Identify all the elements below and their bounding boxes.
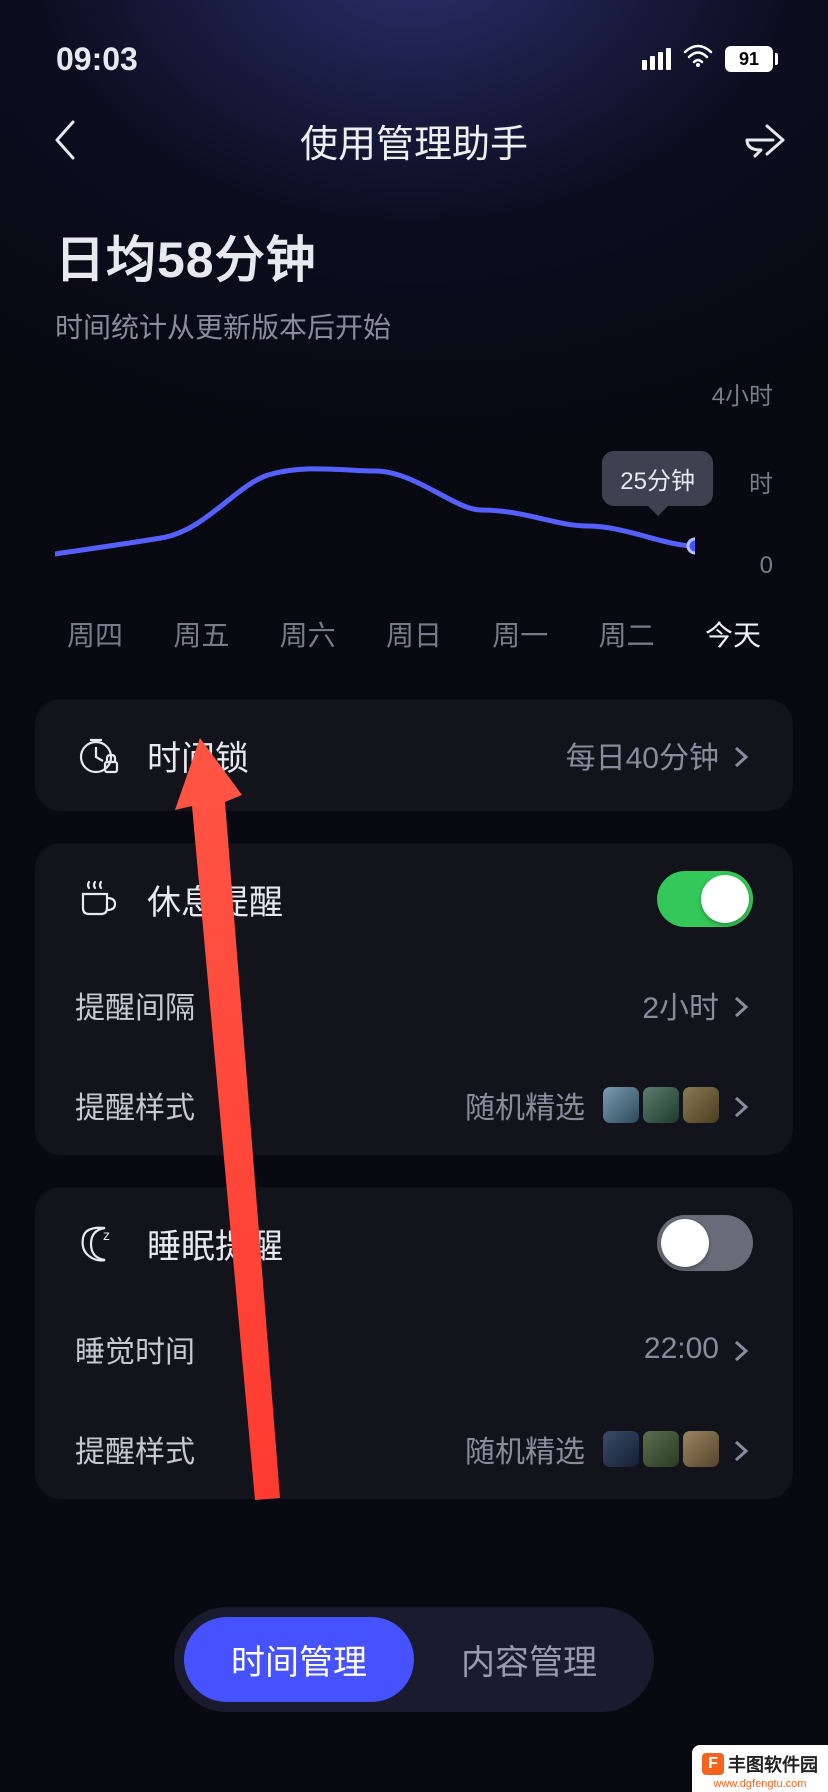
svg-text:z: z: [103, 1227, 110, 1243]
sleep-style-value: 随机精选: [465, 1427, 585, 1471]
x-label: 周一: [480, 614, 560, 654]
status-bar: 09:03 91: [0, 0, 828, 90]
summary-title: 日均58分钟: [55, 220, 773, 292]
bottom-tab-bar: 时间管理 内容管理: [174, 1607, 654, 1712]
sleep-reminder-card: z 睡眠提醒 睡觉时间 22:00 提醒样式 随机精选: [35, 1187, 793, 1499]
x-label: 周二: [587, 614, 667, 654]
sleep-reminder-row: z 睡眠提醒: [35, 1187, 793, 1299]
chevron-right-icon: [733, 1439, 753, 1459]
timer-lock-icon: [75, 732, 121, 778]
tab-content-management[interactable]: 内容管理: [414, 1617, 644, 1702]
x-label: 周四: [55, 614, 135, 654]
sleep-time-label: 睡觉时间: [75, 1327, 195, 1371]
y-axis-label: 时: [749, 464, 773, 499]
sleep-time-row[interactable]: 睡觉时间 22:00: [35, 1299, 793, 1399]
battery-icon: 91: [725, 46, 778, 72]
tab-time-management[interactable]: 时间管理: [184, 1617, 414, 1702]
cup-icon: [75, 876, 121, 922]
style-thumbnails: [603, 1431, 719, 1467]
timelock-row[interactable]: 时间锁 每日40分钟: [35, 699, 793, 811]
timelock-card: 时间锁 每日40分钟: [35, 699, 793, 811]
x-axis-labels: 周四 周五 周六 周日 周一 周二 今天: [55, 596, 773, 654]
rest-reminder-card: 休息提醒 提醒间隔 2小时 提醒样式 随机精选: [35, 843, 793, 1155]
y-axis-label: 0: [760, 552, 773, 580]
x-label-active: 今天: [693, 614, 773, 654]
x-label: 周五: [161, 614, 241, 654]
usage-summary: 日均58分钟 时间统计从更新版本后开始: [0, 180, 828, 356]
sleep-style-label: 提醒样式: [75, 1427, 195, 1471]
style-thumbnails: [603, 1087, 719, 1123]
rest-interval-value: 2小时: [642, 983, 719, 1027]
chart-tooltip: 25分钟: [602, 451, 713, 506]
watermark-text: 丰图软件园: [728, 1751, 818, 1777]
chevron-right-icon: [733, 995, 753, 1015]
timelock-value: 每日40分钟: [566, 733, 719, 777]
rest-reminder-row: 休息提醒: [35, 843, 793, 955]
x-label: 周日: [374, 614, 454, 654]
chevron-right-icon: [733, 745, 753, 765]
share-button[interactable]: [740, 116, 788, 164]
sleep-reminder-toggle[interactable]: [657, 1215, 753, 1271]
chart-line: [55, 376, 695, 566]
sleep-reminder-label: 睡眠提醒: [147, 1219, 283, 1268]
y-axis-label: 4小时: [712, 376, 773, 411]
summary-subtitle: 时间统计从更新版本后开始: [55, 306, 773, 346]
cellular-signal-icon: [642, 48, 671, 70]
moon-sleep-icon: z: [75, 1220, 121, 1266]
chevron-right-icon: [733, 1095, 753, 1115]
page-title: 使用管理助手: [300, 113, 528, 168]
watermark-url: www.dgfengtu.com: [714, 1778, 807, 1790]
rest-interval-label: 提醒间隔: [75, 983, 195, 1027]
timelock-label: 时间锁: [147, 731, 249, 780]
rest-style-value: 随机精选: [465, 1083, 585, 1127]
header: 使用管理助手: [0, 90, 828, 180]
rest-style-row[interactable]: 提醒样式 随机精选: [35, 1055, 793, 1155]
sleep-style-row[interactable]: 提醒样式 随机精选: [35, 1399, 793, 1499]
sleep-time-value: 22:00: [644, 1332, 719, 1366]
watermark-logo-icon: F: [702, 1753, 724, 1775]
rest-reminder-toggle[interactable]: [657, 871, 753, 927]
rest-reminder-label: 休息提醒: [147, 875, 283, 924]
x-label: 周六: [268, 614, 348, 654]
rest-style-label: 提醒样式: [75, 1083, 195, 1127]
watermark: F 丰图软件园 www.dgfengtu.com: [692, 1745, 828, 1792]
chevron-right-icon: [733, 1339, 753, 1359]
status-time: 09:03: [56, 41, 138, 78]
wifi-icon: [683, 43, 713, 75]
rest-interval-row[interactable]: 提醒间隔 2小时: [35, 955, 793, 1055]
usage-chart: 4小时 时 0 25分钟: [55, 356, 773, 596]
back-button[interactable]: [40, 116, 88, 164]
